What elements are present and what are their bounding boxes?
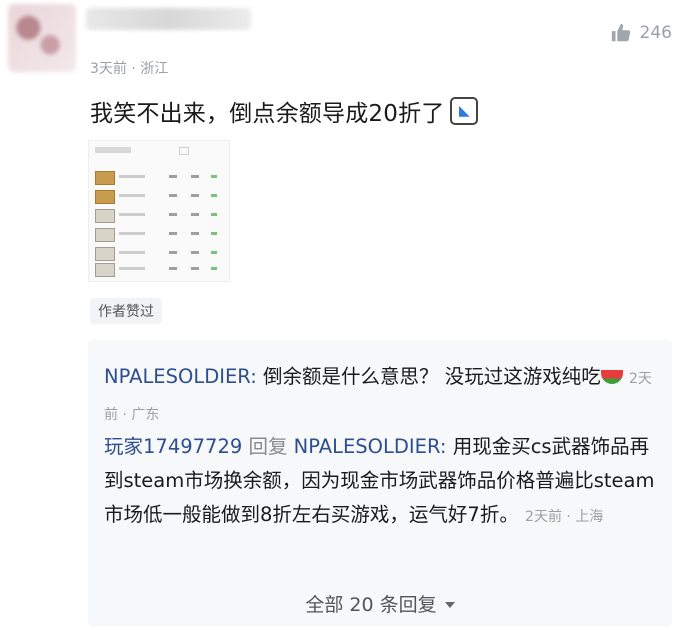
watermelon-emoji-icon	[600, 370, 623, 384]
reply-username[interactable]: NPALESOLDIER:	[104, 365, 257, 388]
reply-username[interactable]: 玩家17497729	[104, 435, 242, 458]
attached-image[interactable]	[88, 140, 230, 282]
all-replies-label: 全部 20 条回复	[305, 594, 437, 616]
author-liked-tag: 作者赞过	[90, 298, 162, 324]
thumb-row	[95, 245, 223, 261]
reply-item: NPALESOLDIER: 倒余额是什么意思？ 没玩过这游戏纯吃 2天前 · 广…	[104, 360, 664, 432]
reply-item: 玩家17497729 回复 NPALESOLDIER: 用现金买cs武器饰品再到…	[104, 430, 664, 534]
username-blurred[interactable]	[86, 8, 251, 30]
comment-meta: 3天前 · 浙江	[90, 61, 169, 77]
chevron-down-icon	[444, 602, 455, 608]
thumb-row	[95, 261, 223, 277]
like-button[interactable]: 246	[610, 22, 672, 44]
thumb-row	[95, 207, 223, 223]
reply-verb: 回复	[242, 435, 294, 458]
avatar[interactable]	[8, 4, 76, 72]
reply-meta: 2天前 · 上海	[525, 509, 604, 525]
dolphin-emoji-icon: ◣	[450, 97, 479, 125]
thumb-row	[95, 169, 223, 185]
replies-panel: NPALESOLDIER: 倒余额是什么意思？ 没玩过这游戏纯吃 2天前 · 广…	[88, 340, 672, 626]
view-all-replies-button[interactable]: 全部 20 条回复	[88, 590, 672, 617]
thumb-header	[95, 147, 131, 153]
like-count: 246	[639, 23, 672, 43]
thumb-header-icon	[179, 147, 189, 155]
thumb-row	[95, 226, 223, 242]
thumb-row	[95, 188, 223, 204]
comment-body: 我笑不出来，倒点余额导成20折了 ◣	[90, 94, 479, 128]
reply-target-username[interactable]: NPALESOLDIER:	[294, 435, 447, 458]
reply-text: 倒余额是什么意思？ 没玩过这游戏纯吃	[256, 365, 601, 388]
thumbs-up-icon	[611, 23, 630, 42]
comment-text: 我笑不出来，倒点余额导成20折了	[90, 101, 445, 127]
